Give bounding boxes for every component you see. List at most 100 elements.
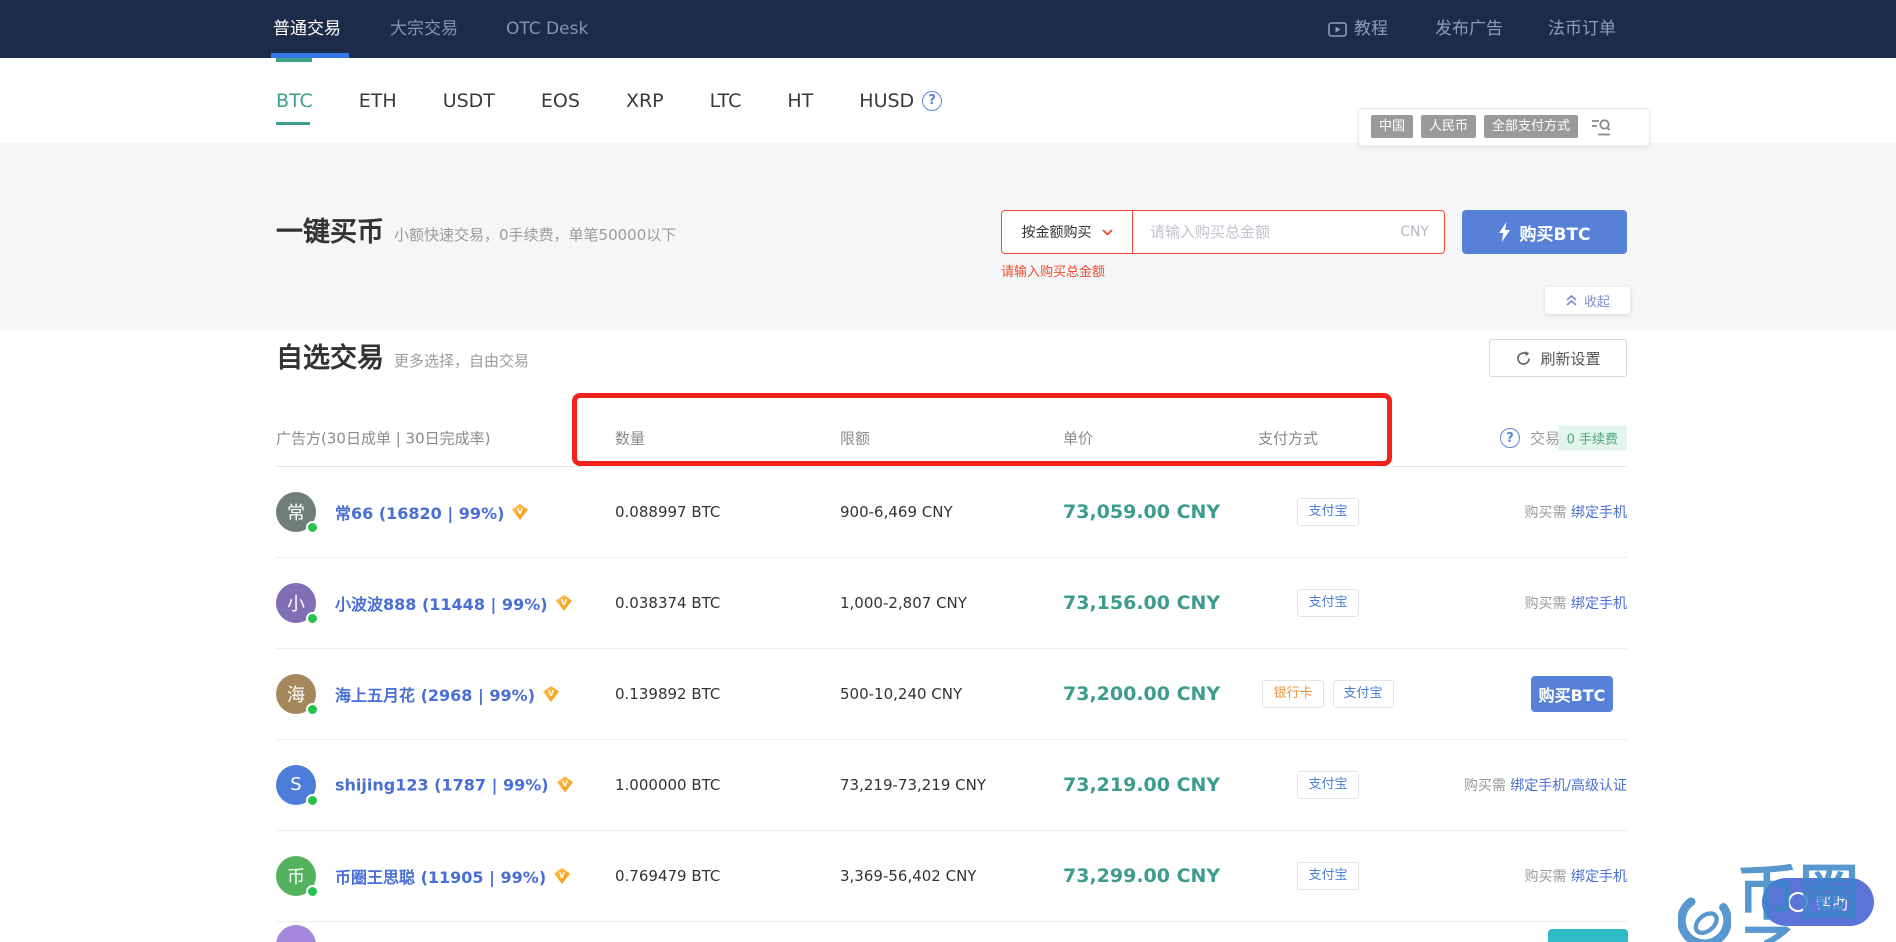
avatar[interactable]: 海 xyxy=(276,673,319,716)
amount-input[interactable] xyxy=(1148,222,1393,242)
quick-buy-button[interactable]: 购买BTC xyxy=(1462,210,1627,254)
row-amount: 0.038374 BTC xyxy=(615,593,721,612)
bind-phone-link[interactable]: 绑定手机 xyxy=(1571,596,1627,612)
coin-tab-strip: BTC ETH USDT EOS XRP LTC HT HUSD ? 中国 人民… xyxy=(0,58,1896,146)
husd-help-icon[interactable]: ? xyxy=(922,90,943,111)
row-limit: 900-6,469 CNY xyxy=(840,502,953,521)
alipay-tag: 支付宝 xyxy=(1332,679,1394,708)
partial-action-button[interactable] xyxy=(1548,929,1628,942)
svg-text:V: V xyxy=(517,507,524,516)
coin-tab-ltc[interactable]: LTC xyxy=(710,90,742,112)
row-payment-methods: 支付宝 xyxy=(1258,588,1398,617)
row-price: 73,219.00 CNY xyxy=(1063,773,1221,796)
col-amount: 数量 xyxy=(615,429,646,448)
alipay-tag: 支付宝 xyxy=(1297,770,1359,799)
video-tutorial-icon xyxy=(1328,21,1347,37)
quick-buy-form: 按金额购买 CNY xyxy=(1001,210,1445,254)
advertiser-name-link[interactable]: 币圈王思聪 (11905 | 99%) V xyxy=(335,864,571,888)
nav-tutorial-link[interactable]: 教程 xyxy=(1328,0,1388,58)
row-limit: 500-10,240 CNY xyxy=(840,684,963,703)
alipay-tag: 支付宝 xyxy=(1297,588,1359,617)
online-dot xyxy=(306,793,319,807)
nav-post-ad-link[interactable]: 发布广告 xyxy=(1435,0,1503,58)
chevron-down-icon xyxy=(1101,228,1113,236)
row-payment-methods: 支付宝 xyxy=(1258,770,1398,799)
col-payment: 支付方式 xyxy=(1258,429,1319,448)
chat-icon xyxy=(1787,892,1808,912)
amount-input-wrap: CNY xyxy=(1133,222,1444,242)
help-floating-button[interactable]: 帮助 xyxy=(1762,878,1874,926)
advertiser-name-link[interactable]: 小波波888 (11448 | 99%) V xyxy=(335,591,573,615)
row-buy-btc-button[interactable]: 购买BTC xyxy=(1531,675,1613,712)
row-limit: 73,219-73,219 CNY xyxy=(840,775,987,794)
row-price: 73,059.00 CNY xyxy=(1063,500,1221,523)
table-row: S shijing123 (1787 | 99%) V 1.000000 BTC… xyxy=(276,739,1627,831)
coin-tab-eth[interactable]: ETH xyxy=(359,90,397,112)
region-filter-button[interactable]: 中国 xyxy=(1371,115,1414,138)
online-dot xyxy=(306,702,319,716)
online-dot xyxy=(306,884,319,898)
row-price: 73,299.00 CNY xyxy=(1063,864,1221,887)
avatar[interactable]: S xyxy=(276,764,319,807)
table-row: 币 币圈王思聪 (11905 | 99%) V 0.769479 BTC 3,3… xyxy=(276,830,1627,922)
row-payment-methods: 银行卡 支付宝 xyxy=(1258,679,1398,708)
col-trade: 交易 xyxy=(1530,429,1561,448)
avatar[interactable] xyxy=(276,925,316,942)
coin-tab-xrp[interactable]: XRP xyxy=(626,90,664,112)
online-dot xyxy=(306,520,319,534)
row-amount: 0.769479 BTC xyxy=(615,866,721,885)
avatar[interactable]: 常 xyxy=(276,491,319,534)
advertiser-name-link[interactable]: 常66 (16820 | 99%) V xyxy=(335,500,529,524)
quick-buy-subtitle: 小额快速交易，0手续费，单笔50000以下 xyxy=(394,226,677,244)
filter-panel: 中国 人民币 全部支付方式 xyxy=(1358,108,1650,146)
otc-trading-page: 普通交易 大宗交易 OTC Desk 教程 发布广告 法币订单 BTC ETH xyxy=(0,0,1896,942)
currency-filter-button[interactable]: 人民币 xyxy=(1421,115,1477,138)
tab-block-trade[interactable]: 大宗交易 xyxy=(390,0,458,58)
online-dot xyxy=(306,611,319,625)
market-subtitle: 更多选择，自由交易 xyxy=(394,352,530,370)
bank-card-tag: 银行卡 xyxy=(1262,679,1324,708)
market-title: 自选交易 xyxy=(276,343,384,374)
avatar[interactable]: 币 xyxy=(276,855,319,898)
row-requirement: 购买需 绑定手机/高级认证 xyxy=(1463,777,1627,794)
table-row: 小 小波波888 (11448 | 99%) V 0.038374 BTC 1,… xyxy=(276,557,1627,649)
bind-phone-link[interactable]: 绑定手机 xyxy=(1571,869,1627,885)
filter-search-icon[interactable] xyxy=(1590,117,1612,137)
table-row: 海 海上五月花 (2968 | 99%) V 0.139892 BTC 500-… xyxy=(276,648,1627,740)
table-header: 广告方(30日成单 | 30日完成率) 数量 限额 单价 支付方式 ? 交易 0… xyxy=(276,410,1627,467)
form-error-message: 请输入购买总金额 xyxy=(1001,265,1106,280)
collapse-button[interactable]: 收起 xyxy=(1545,287,1630,314)
payment-filter-button[interactable]: 全部支付方式 xyxy=(1484,115,1579,138)
bind-phone-link[interactable]: 绑定手机 xyxy=(1571,505,1627,521)
tab-normal-trade[interactable]: 普通交易 xyxy=(271,0,349,58)
svg-text:V: V xyxy=(560,598,567,607)
row-price: 73,156.00 CNY xyxy=(1063,591,1221,614)
bind-phone-link[interactable]: 绑定手机/高级认证 xyxy=(1510,778,1627,794)
row-requirement: 购买需 绑定手机 xyxy=(1524,595,1627,612)
row-payment-methods: 支付宝 xyxy=(1258,861,1398,890)
vip-medal-icon: V xyxy=(554,867,571,884)
zero-fee-badge: 0 手续费 xyxy=(1557,425,1627,451)
quick-buy-title: 一键买币 xyxy=(276,217,384,248)
row-limit: 3,369-56,402 CNY xyxy=(840,866,977,885)
advertiser-name-link[interactable]: 海上五月花 (2968 | 99%) V xyxy=(335,682,560,706)
coin-tab-btc[interactable]: BTC xyxy=(276,90,313,125)
vip-medal-icon: V xyxy=(543,685,560,702)
tab-otc-desk[interactable]: OTC Desk xyxy=(506,0,588,58)
row-payment-methods: 支付宝 xyxy=(1258,497,1398,526)
double-chevron-up-icon xyxy=(1566,294,1577,306)
nav-fiat-orders-link[interactable]: 法币订单 xyxy=(1548,0,1616,58)
alipay-tag: 支付宝 xyxy=(1297,497,1359,526)
coin-tab-ht[interactable]: HT xyxy=(787,90,813,112)
row-price: 73,200.00 CNY xyxy=(1063,682,1221,705)
advertiser-name-link[interactable]: shijing123 (1787 | 99%) V xyxy=(335,775,574,794)
coin-tab-usdt[interactable]: USDT xyxy=(443,90,495,112)
trade-help-icon[interactable]: ? xyxy=(1500,428,1520,448)
top-navbar: 普通交易 大宗交易 OTC Desk 教程 发布广告 法币订单 xyxy=(0,0,1896,58)
refresh-settings-button[interactable]: 刷新设置 xyxy=(1489,339,1627,377)
col-price: 单价 xyxy=(1063,429,1094,448)
coin-tab-husd[interactable]: HUSD ? xyxy=(859,90,943,112)
buy-mode-select[interactable]: 按金额购买 xyxy=(1002,211,1133,253)
avatar[interactable]: 小 xyxy=(276,582,319,625)
coin-tab-eos[interactable]: EOS xyxy=(541,90,580,112)
